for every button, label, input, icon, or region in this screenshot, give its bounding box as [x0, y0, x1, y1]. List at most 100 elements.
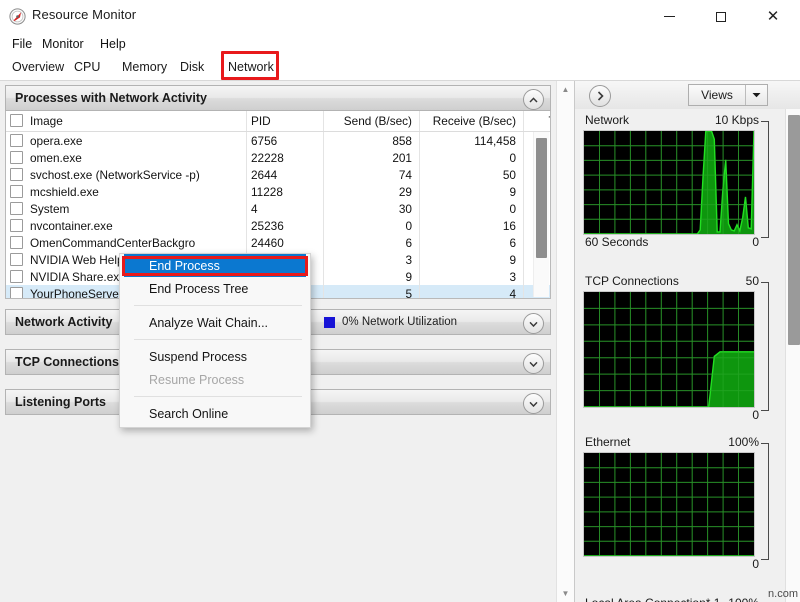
utilization-color-swatch [324, 317, 335, 328]
row-checkbox[interactable] [10, 168, 23, 181]
left-pane-scrollbar[interactable]: ▲ ▼ [556, 81, 574, 602]
column-header-pid[interactable]: PID [247, 111, 324, 132]
table-row[interactable]: opera.exe6756858114,458115,316 [6, 132, 551, 150]
cell-image-label: mcshield.exe [30, 185, 99, 199]
cell-send: 6 [324, 234, 420, 251]
cell-receive: 4 [420, 285, 524, 299]
cell-send: 5 [324, 285, 420, 299]
cell-pid: 25236 [247, 217, 324, 234]
context-menu-item: Resume Process [120, 368, 310, 391]
row-checkbox[interactable] [10, 287, 23, 300]
graph-footer: 0 [583, 408, 777, 425]
views-button[interactable]: Views [688, 84, 768, 106]
context-menu-item[interactable]: Suspend Process [120, 345, 310, 368]
context-menu-item[interactable]: End Process [124, 254, 306, 277]
row-checkbox[interactable] [10, 219, 23, 232]
graph-block: Ethernet100% 0 [583, 435, 777, 574]
column-label-image: Image [30, 114, 63, 128]
row-checkbox[interactable] [10, 253, 23, 266]
maximize-button[interactable] [698, 0, 744, 33]
panel-title-listening-ports: Listening Ports [15, 395, 106, 409]
processes-table-scroll-thumb[interactable] [536, 138, 547, 258]
column-header-total[interactable]: Total (B/sec) [524, 111, 552, 132]
graphs-container: Network10 Kbps 60 Seconds0TCP Connection… [575, 109, 785, 602]
menu-help[interactable]: Help [97, 36, 129, 52]
processes-table-head: Image PID Send (B/sec) Receive (B/sec) T… [6, 111, 551, 132]
chevron-down-icon-listening-ports[interactable] [523, 393, 544, 414]
tab-cpu[interactable]: CPU [70, 58, 104, 76]
row-checkbox[interactable] [10, 270, 23, 283]
chevron-up-icon-processes[interactable] [523, 89, 544, 110]
select-all-checkbox[interactable] [10, 114, 23, 127]
panel-title-network-activity: Network Activity [15, 315, 112, 329]
right-pane-toolbar: Views [575, 81, 800, 110]
cell-image-label: omen.exe [30, 151, 82, 165]
close-button[interactable]: ✕ [750, 0, 796, 33]
cell-image-label: svchost.exe (NetworkService -p) [30, 168, 200, 182]
cell-send: 3 [324, 251, 420, 268]
context-menu-item[interactable]: Analyze Wait Chain... [120, 311, 310, 334]
row-checkbox[interactable] [10, 151, 23, 164]
chevron-down-icon-network-activity[interactable] [523, 313, 544, 334]
cell-image: mcshield.exe [6, 183, 247, 200]
graph-title: Network [585, 113, 629, 127]
panel-header-processes[interactable]: Processes with Network Activity [5, 85, 551, 111]
menu-file[interactable]: File [9, 36, 35, 52]
minimize-button[interactable] [646, 0, 692, 33]
column-header-send[interactable]: Send (B/sec) [324, 111, 420, 132]
table-row[interactable]: OmenCommandCenterBackgro244606612 [6, 234, 551, 251]
tab-memory[interactable]: Memory [118, 58, 171, 76]
graph-scale-bracket [761, 282, 769, 411]
tab-disk[interactable]: Disk [176, 58, 208, 76]
chevron-down-icon-tcp-connections[interactable] [523, 353, 544, 374]
graph-min-label: 0 [752, 235, 759, 249]
tab-overview[interactable]: Overview [8, 58, 68, 76]
context-menu-item[interactable]: Search Online [120, 402, 310, 425]
graph-header: TCP Connections50 [583, 274, 777, 291]
graph-time-label: 60 Seconds [585, 235, 648, 249]
right-pane-scrollbar[interactable] [785, 109, 800, 602]
table-row[interactable]: nvcontainer.exe2523601616 [6, 217, 551, 234]
right-pane-scroll-thumb[interactable] [788, 115, 800, 345]
graph-block: TCP Connections50 0 [583, 274, 777, 425]
panel-title-tcp-connections: TCP Connections [15, 355, 119, 369]
cell-image-label: YourPhoneServer [30, 287, 123, 300]
chevron-right-icon[interactable] [589, 85, 611, 107]
table-row[interactable]: mcshield.exe1122829939 [6, 183, 551, 200]
row-checkbox[interactable] [10, 134, 23, 147]
tab-network[interactable]: Network [224, 58, 278, 76]
cell-receive: 3 [420, 268, 524, 285]
scroll-up-arrow-icon[interactable]: ▲ [557, 81, 574, 98]
views-dropdown-arrow[interactable] [745, 85, 767, 105]
menu-monitor[interactable]: Monitor [39, 36, 87, 52]
cell-send: 74 [324, 166, 420, 183]
close-icon: ✕ [767, 9, 780, 24]
context-menu-separator [134, 339, 302, 340]
process-context-menu[interactable]: End ProcessEnd Process Tree Analyze Wait … [119, 253, 311, 428]
cell-image: svchost.exe (NetworkService -p) [6, 166, 247, 183]
table-row[interactable]: omen.exe222282010201 [6, 149, 551, 166]
tab-bar: Overview CPU Memory Disk Network [0, 55, 800, 81]
resource-monitor-icon [9, 8, 26, 25]
cell-image-label: NVIDIA Share.exe [30, 270, 126, 284]
context-menu-item[interactable]: End Process Tree [120, 277, 310, 300]
scroll-down-arrow-icon[interactable]: ▼ [557, 585, 574, 602]
row-checkbox[interactable] [10, 185, 23, 198]
column-header-image[interactable]: Image [6, 111, 247, 132]
row-checkbox[interactable] [10, 202, 23, 215]
graph-scale-bracket [761, 121, 769, 238]
graph-title: Local Area Connection* 1 [585, 596, 720, 602]
cell-pid: 24460 [247, 234, 324, 251]
views-button-label: Views [689, 88, 745, 102]
cell-pid: 22228 [247, 149, 324, 166]
processes-table-scrollbar[interactable] [533, 132, 549, 297]
table-row[interactable]: svchost.exe (NetworkService -p)264474501… [6, 166, 551, 183]
cell-image-label: System [30, 202, 69, 216]
column-header-receive[interactable]: Receive (B/sec) [420, 111, 524, 132]
row-checkbox[interactable] [10, 236, 23, 249]
graph-max-label: 50 [746, 274, 759, 288]
graph-canvas [583, 452, 755, 557]
cell-send: 29 [324, 183, 420, 200]
graph-header: Ethernet100% [583, 435, 777, 452]
table-row[interactable]: System430030 [6, 200, 551, 217]
